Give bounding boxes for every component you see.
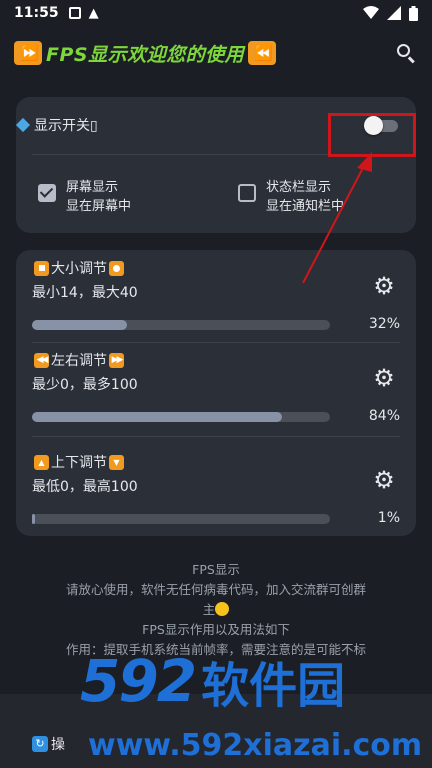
screen-display-checkbox[interactable] [38,184,56,202]
title-group: ⏩ FPS显示欢迎您的使用 ⏪ [14,40,277,67]
refresh-icon: ↻ [32,736,48,752]
cell-signal-icon [387,6,401,20]
screen-display-subtitle: 显在屏幕中 [66,199,132,214]
size-range-text: 最小14，最大40 [32,285,138,301]
warning-icon: ▲ [88,5,99,21]
vertical-percent: 1% [377,510,400,526]
statusbar-display-checkbox[interactable] [238,184,256,202]
battery-icon [409,5,418,21]
rewind-icon: ◀◀ [34,352,49,368]
watermark-url: www.592xiazai.com [88,728,423,763]
screen-display-title: 屏幕显示 [66,180,119,195]
app-bar: ⏩ FPS显示欢迎您的使用 ⏪ [0,30,432,76]
info-text: FPS显示 请放心使用，软件无任何病毒代码，加入交流群可创群 主 FPS显示作用… [40,560,392,660]
search-button[interactable] [394,41,418,65]
size-adjust-block: 大小调节 最小14，最大40 ⚙ 32% [32,258,400,350]
record-button-icon [109,260,124,276]
horizontal-percent: 84% [368,408,400,424]
size-progress-bar[interactable] [32,320,330,330]
vertical-progress-fill [32,514,35,524]
smile-emoji-icon [215,602,230,616]
info-line-4: FPS显示作用以及用法如下 [142,622,290,637]
vertical-progress-bar[interactable] [32,514,330,524]
horizontal-adjust-block: ◀◀ 左右调节 ▶▶ 最少0，最多100 ⚙ 84% [32,350,400,442]
stop-button-icon [34,260,49,276]
display-switch-label: 显示开关▯ [34,118,98,134]
divider [32,436,400,437]
vertical-settings-gear-icon[interactable]: ⚙ [372,468,396,492]
status-bar: 11:55 ▲ [0,0,432,26]
status-time: 11:55 [14,5,59,21]
size-percent: 32% [368,316,400,332]
horizontal-adjust-title: 左右调节 [51,353,107,369]
vertical-range-text: 最低0，最高100 [32,479,138,495]
size-progress-fill [32,320,128,330]
divider [32,342,400,343]
fast-up-icon: ▲ [34,454,49,470]
statusbar-display-subtitle: 显在通知栏中 [266,199,345,214]
horizontal-progress-fill [32,412,283,422]
fast-forward-emoji-icon: ⏩ [14,41,42,65]
watermark-text: 软件园 [201,658,346,714]
fast-forward-icon: ▶▶ [109,352,124,368]
watermark-number: 592 [80,647,197,715]
info-line-2: 请放心使用，软件无任何病毒代码，加入交流群可创群 [65,582,366,597]
fast-down-icon: ▼ [109,454,124,470]
info-line-3: 主 [202,602,216,617]
horizontal-progress-bar[interactable] [32,412,330,422]
search-icon [397,44,410,57]
rewind-emoji-icon: ⏪ [248,41,277,65]
wifi-icon [363,6,379,19]
info-line-3-row: 主 [40,600,392,620]
diamond-icon [16,118,30,132]
screen-display-option[interactable]: 屏幕显示 显在屏幕中 [38,178,131,216]
annotation-highlight-box [328,113,416,157]
horizontal-settings-gear-icon[interactable]: ⚙ [372,366,396,390]
horizontal-range-text: 最少0，最多100 [32,377,138,393]
site-watermark: 592 软件园 www.592xiazai.com [60,646,432,768]
size-adjust-title: 大小调节 [51,261,107,277]
statusbar-display-option[interactable]: 状态栏显示 显在通知栏中 [238,178,344,216]
vertical-adjust-block: ▲ 上下调节 ▼ 最低0，最高100 ⚙ 1% [32,452,400,544]
gallery-icon [68,7,81,19]
app-title: FPS显示欢迎您的使用 [46,43,245,66]
vertical-adjust-title: 上下调节 [51,455,107,471]
info-line-1: FPS显示 [192,562,240,577]
size-settings-gear-icon[interactable]: ⚙ [372,274,396,298]
statusbar-display-title: 状态栏显示 [266,180,332,195]
